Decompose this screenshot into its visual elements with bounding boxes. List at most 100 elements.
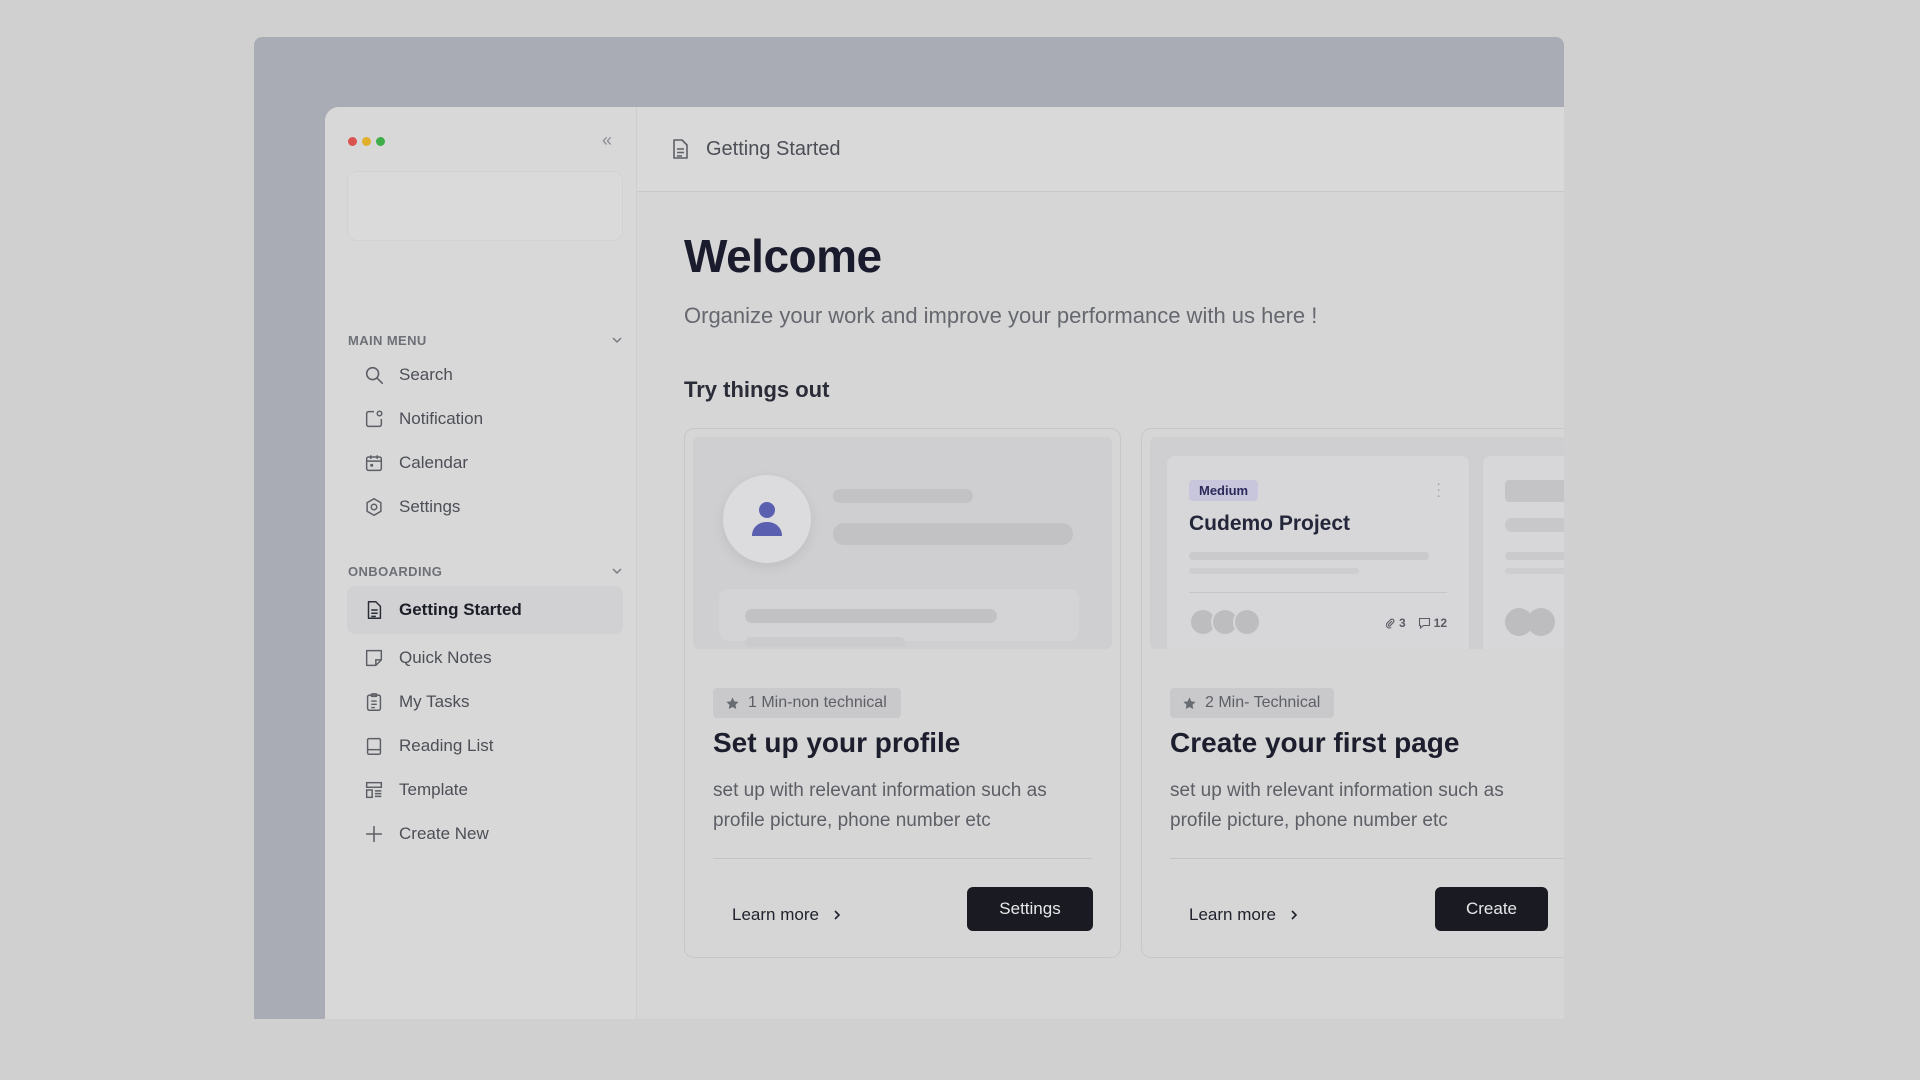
sidebar-item-label: My Tasks (399, 692, 470, 711)
create-button[interactable]: Create (1435, 887, 1548, 931)
learn-more-link[interactable]: Learn more (732, 905, 843, 925)
app-window: « MAIN MENU Search Notification Calendar… (325, 107, 1564, 1019)
sidebar-item-notification[interactable]: Notification (347, 397, 623, 441)
attachment-count: 3 (1384, 616, 1406, 630)
welcome-heading: Welcome (684, 230, 882, 282)
template-icon (365, 781, 383, 799)
placeholder-bar (1505, 518, 1564, 532)
divider (713, 858, 1092, 859)
book-icon (366, 737, 382, 755)
note-icon (365, 649, 383, 667)
collapse-sidebar-icon[interactable]: « (597, 131, 617, 151)
create-page-card: Medium · · · Cudemo Project 3 12 2 Min- … (1141, 428, 1564, 958)
sidebar-item-label: Calendar (399, 453, 468, 472)
chevron-right-icon (1291, 910, 1298, 920)
avatar (723, 475, 811, 563)
sidebar-item-calendar[interactable]: Calendar (347, 441, 623, 485)
placeholder-bar (1189, 568, 1359, 574)
sidebar: « MAIN MENU Search Notification Calendar… (325, 107, 637, 1019)
member-avatars (1189, 608, 1261, 636)
card-title: Set up your profile (713, 727, 961, 758)
star-icon (1183, 696, 1196, 709)
backdrop-frame: « MAIN MENU Search Notification Calendar… (254, 37, 1564, 1019)
project-title: Cudemo Project (1189, 512, 1351, 535)
sidebar-item-label: Quick Notes (399, 648, 492, 667)
duration-badge: 2 Min- Technical (1170, 688, 1335, 718)
settings-button[interactable]: Settings (967, 887, 1093, 931)
badge-label: 1 Min-non technical (748, 694, 887, 711)
star-icon (726, 696, 739, 709)
sidebar-item-label: Settings (399, 497, 461, 516)
sidebar-item-quick-notes[interactable]: Quick Notes (347, 636, 623, 680)
learn-more-label: Learn more (1189, 905, 1276, 924)
placeholder-bar (1505, 552, 1564, 560)
try-things-out-heading: Try things out (684, 377, 830, 402)
main-menu-header[interactable]: MAIN MENU (348, 330, 624, 350)
sidebar-item-create-new[interactable]: Create New (347, 812, 623, 856)
sidebar-item-label: Getting Started (399, 600, 522, 619)
chevron-down-icon (612, 337, 622, 344)
learn-more-link[interactable]: Learn more (1189, 905, 1300, 925)
sidebar-item-label: Reading List (399, 736, 494, 755)
project-preview-card: Medium · · · Cudemo Project 3 12 (1166, 455, 1470, 649)
main-menu-label: MAIN MENU (348, 332, 427, 348)
placeholder-bar (745, 637, 905, 647)
placeholder-bar (833, 489, 973, 503)
chevron-right-icon (834, 910, 841, 920)
sidebar-item-search[interactable]: Search (347, 353, 623, 397)
project-preview-card (1482, 455, 1564, 649)
paperclip-icon (1385, 618, 1395, 629)
comment-icon (1418, 617, 1430, 629)
learn-more-label: Learn more (732, 905, 819, 924)
minimize-window-dot[interactable] (362, 137, 371, 146)
main-content: Getting Started Welcome Organize your wo… (637, 107, 1564, 1019)
sidebar-item-label: Search (399, 365, 453, 384)
search-icon (365, 366, 384, 385)
sidebar-item-template[interactable]: Template (347, 768, 623, 812)
plus-icon (365, 825, 383, 843)
divider (1170, 858, 1564, 859)
profile-setup-card: 1 Min-non technical Set up your profile … (684, 428, 1121, 958)
card-description: set up with relevant information such as… (1170, 780, 1504, 831)
placeholder-avatar (1527, 608, 1555, 636)
sidebar-item-settings[interactable]: Settings (347, 485, 623, 529)
document-icon (367, 601, 382, 619)
badge-label: 2 Min- Technical (1205, 694, 1321, 711)
notification-icon (365, 410, 383, 428)
project-preview-illustration: Medium · · · Cudemo Project 3 12 (1150, 437, 1564, 649)
maximize-window-dot[interactable] (376, 137, 385, 146)
onboarding-label: ONBOARDING (348, 563, 443, 579)
card-title: Create your first page (1170, 727, 1460, 758)
placeholder-bar (1505, 568, 1564, 574)
workspace-switcher[interactable] (347, 171, 623, 241)
placeholder-bar (1189, 552, 1429, 560)
document-icon (673, 139, 688, 159)
sidebar-item-label: Create New (399, 824, 489, 843)
sidebar-item-my-tasks[interactable]: My Tasks (347, 680, 623, 724)
sidebar-item-reading-list[interactable]: Reading List (347, 724, 623, 768)
user-icon (752, 502, 782, 536)
more-options-icon: · · · (1436, 475, 1441, 503)
close-window-dot[interactable] (348, 137, 357, 146)
settings-icon (366, 497, 382, 517)
onboarding-header[interactable]: ONBOARDING (348, 561, 624, 581)
calendar-icon (365, 455, 383, 472)
window-controls (348, 137, 385, 146)
card-description: set up with relevant information such as… (713, 780, 1047, 831)
page-title: Getting Started (706, 137, 841, 160)
placeholder-bar (1505, 480, 1564, 502)
priority-badge: Medium (1189, 480, 1259, 501)
profile-preview-illustration (693, 437, 1112, 649)
sidebar-item-label: Notification (399, 409, 484, 428)
placeholder-bar (745, 609, 997, 623)
clipboard-icon (366, 693, 382, 711)
sidebar-item-getting-started[interactable]: Getting Started (347, 586, 623, 634)
chevron-down-icon (612, 568, 622, 575)
placeholder-bar (833, 523, 1073, 545)
project-meta: 3 12 (1384, 616, 1447, 630)
page-header: Getting Started (637, 107, 1564, 192)
duration-badge: 1 Min-non technical (713, 688, 901, 718)
sidebar-item-label: Template (399, 780, 468, 799)
comment-count: 12 (1418, 616, 1447, 630)
divider (1189, 592, 1447, 593)
